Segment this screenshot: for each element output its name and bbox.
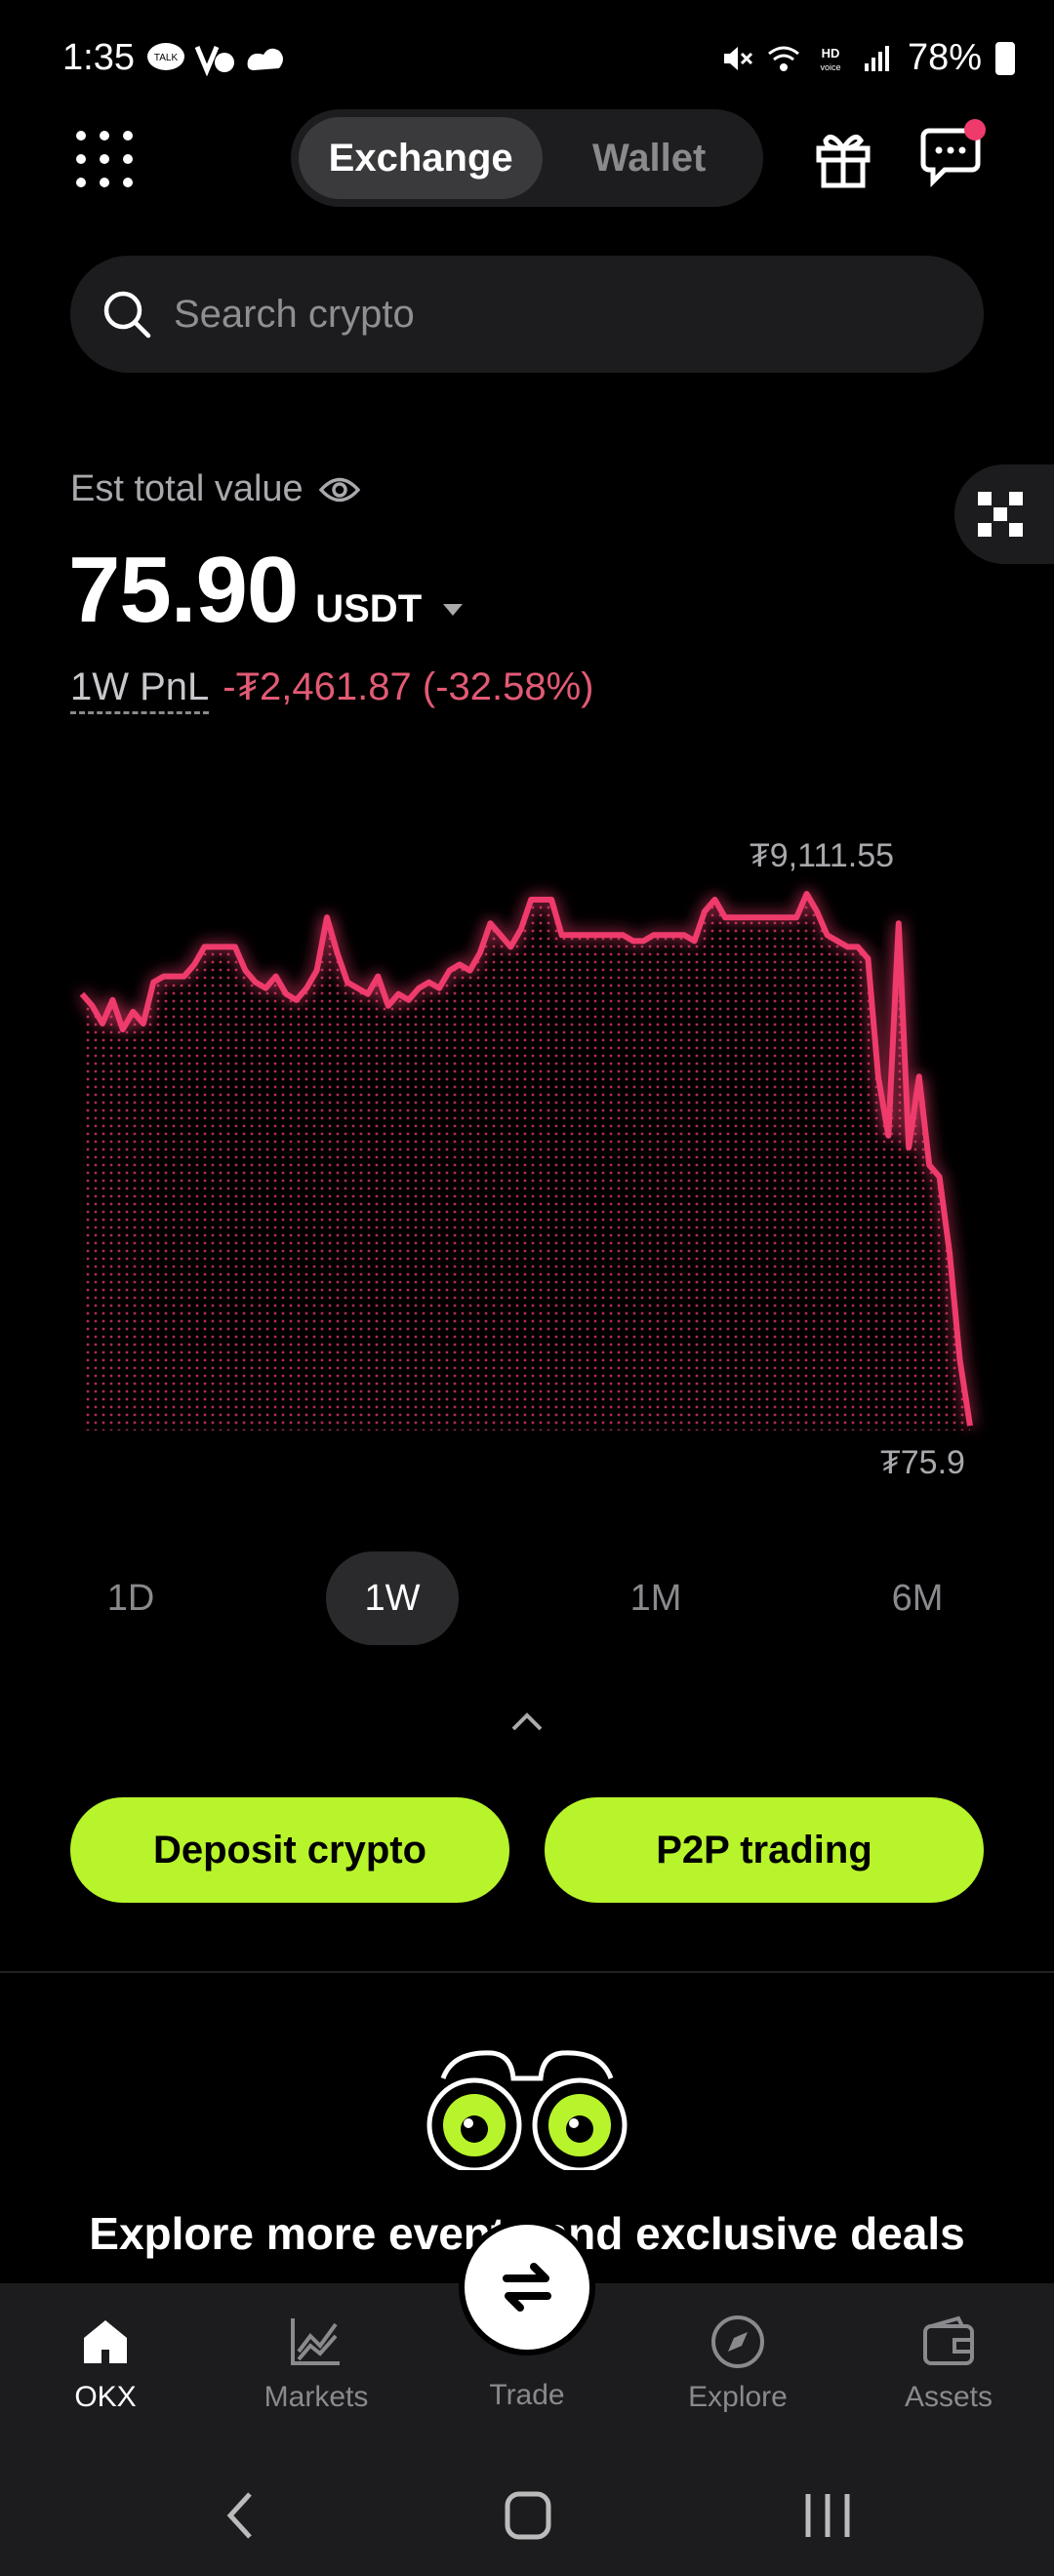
notification-dot: [964, 119, 986, 141]
battery-icon: [995, 41, 1015, 75]
volte-icon: [194, 46, 234, 76]
range-1m[interactable]: 1M: [589, 1551, 722, 1645]
divider: [0, 1971, 1054, 1973]
talk-icon: TALK: [147, 43, 184, 70]
signal-icon: [864, 45, 889, 71]
range-6m[interactable]: 6M: [851, 1551, 984, 1645]
p2p-trading-button[interactable]: P2P trading: [545, 1797, 984, 1903]
chevron-up-icon[interactable]: [509, 1710, 545, 1733]
eye-icon[interactable]: [318, 475, 360, 504]
wallet-icon: [923, 2315, 974, 2365]
compass-icon: [711, 2315, 764, 2368]
search-bar[interactable]: [70, 256, 984, 373]
home-icon: [84, 2320, 127, 2363]
total-value-row: 75.90 USDT: [68, 537, 464, 644]
markets-icon: [291, 2318, 340, 2365]
chart-max-label: ₮9,111.55: [750, 837, 895, 874]
caret-down-icon[interactable]: [443, 604, 464, 616]
pnl-row: 1W PnL -₮2,461.87 (-32.58%): [70, 665, 594, 714]
est-total-label: Est total value: [70, 468, 304, 509]
nav-label: Trade: [489, 2379, 565, 2411]
messages-button[interactable]: [919, 119, 986, 188]
nav-label: Assets: [904, 2381, 993, 2413]
battery-percent: 78%: [907, 37, 982, 78]
pnl-value: -₮2,461.87 (-32.58%): [223, 665, 594, 708]
trade-button[interactable]: [459, 2219, 595, 2355]
status-bar: 1:35 TALK HD voice 78%: [0, 0, 1054, 117]
back-icon[interactable]: [221, 2488, 260, 2543]
chart-min-label: ₮75.9: [880, 1444, 965, 1481]
hd-voice-icon: HD voice: [820, 46, 840, 72]
swap-icon: [503, 2263, 551, 2312]
range-1d[interactable]: 1D: [64, 1551, 197, 1645]
range-tabs: 1D 1W 1M 6M: [0, 1551, 1054, 1645]
exchange-wallet-toggle: Exchange Wallet: [291, 109, 763, 207]
gift-icon[interactable]: [814, 127, 872, 189]
nav-markets[interactable]: Markets: [238, 2313, 394, 2414]
search-input[interactable]: [174, 292, 935, 337]
svg-text:HD: HD: [822, 46, 840, 60]
binoculars-icon: [426, 2050, 628, 2170]
mute-icon: [723, 46, 752, 70]
okx-logo-tab[interactable]: [954, 464, 1054, 564]
system-nav-bar: [0, 2459, 1054, 2576]
notification-icons: TALK: [146, 41, 287, 76]
deposit-crypto-button[interactable]: Deposit crypto: [70, 1797, 509, 1903]
menu-grid-icon[interactable]: [76, 131, 133, 187]
portfolio-chart: [79, 891, 973, 1430]
pnl-label[interactable]: 1W PnL: [70, 665, 210, 714]
nav-label: OKX: [74, 2381, 137, 2413]
est-total-label-row: Est total value: [70, 468, 360, 510]
okx-logo-icon: [978, 492, 1023, 537]
nav-explore[interactable]: Explore: [660, 2313, 816, 2414]
top-nav: Exchange Wallet: [0, 107, 1054, 210]
tab-wallet[interactable]: Wallet: [543, 117, 755, 199]
status-right: HD voice 78%: [720, 37, 1015, 79]
svg-text:voice: voice: [820, 62, 840, 72]
range-1w[interactable]: 1W: [326, 1551, 459, 1645]
tab-exchange[interactable]: Exchange: [299, 117, 544, 199]
search-icon: [103, 291, 151, 339]
nav-assets[interactable]: Assets: [871, 2313, 1027, 2414]
svg-text:TALK: TALK: [154, 53, 179, 63]
currency-selector[interactable]: USDT: [315, 587, 422, 631]
nav-label: Markets: [264, 2381, 369, 2413]
home-button-icon[interactable]: [504, 2488, 552, 2543]
status-time: 1:35: [62, 37, 135, 78]
chart-area: [82, 894, 970, 1430]
recents-icon[interactable]: [800, 2488, 855, 2543]
cloud-icon: [247, 48, 283, 70]
nav-trade[interactable]: Trade: [449, 2379, 605, 2412]
nav-label: Explore: [688, 2381, 788, 2413]
wifi-icon: [768, 46, 799, 71]
nav-okx[interactable]: OKX: [27, 2313, 183, 2414]
total-value: 75.90: [68, 538, 299, 642]
